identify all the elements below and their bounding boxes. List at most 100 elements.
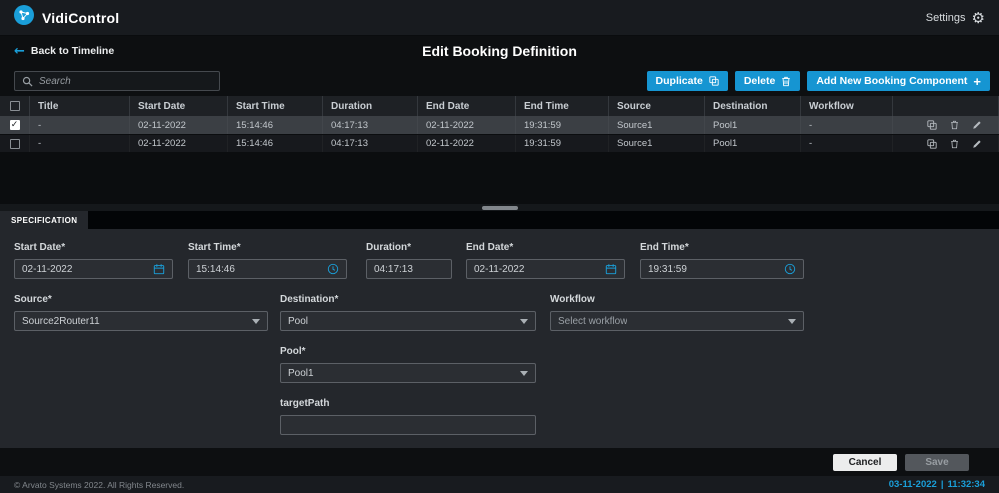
column-header-duration: Duration [323, 96, 418, 116]
source-dropdown[interactable]: Source2Router11 [14, 311, 268, 331]
cell-source: Source1 [609, 135, 705, 152]
brand: VidiControl [14, 5, 119, 30]
toolbar: Duplicate Delete Add New Booking Compone… [0, 66, 999, 96]
copyright-text: © Arvato Systems 2022. All Rights Reserv… [14, 480, 184, 490]
tab-strip: SPECIFICATION [0, 211, 999, 229]
pencil-icon [972, 120, 982, 130]
settings-button[interactable]: Settings ⚙ [926, 9, 985, 27]
column-header-destination: Destination [705, 96, 801, 116]
app-window: VidiControl Settings ⚙ Edit Booking Defi… [0, 0, 999, 493]
column-header-workflow: Workflow [801, 96, 893, 116]
start-time-field[interactable]: 15:14:46 [188, 259, 347, 279]
footer-time: 11:32:34 [947, 479, 985, 490]
source-value: Source2Router11 [22, 316, 100, 327]
end-date-label: End Date* [466, 242, 625, 253]
trash-icon [950, 120, 959, 130]
tab-specification[interactable]: SPECIFICATION [0, 211, 88, 229]
form-row-target-path: targetPath [14, 398, 999, 435]
delete-label: Delete [744, 75, 776, 87]
form-row-datetime: Start Date* 02-11-2022 Start Time* 15:14… [14, 242, 999, 279]
settings-label: Settings [926, 12, 966, 24]
row-edit-button[interactable] [972, 120, 982, 130]
search-icon [22, 76, 33, 87]
chevron-down-icon [252, 319, 260, 324]
column-header-title: Title [30, 96, 130, 116]
row-checkbox[interactable]: ✓ [10, 120, 20, 130]
start-date-value: 02-11-2022 [22, 264, 72, 275]
row-copy-button[interactable] [927, 139, 937, 149]
gear-icon: ⚙ [972, 9, 985, 27]
cancel-button[interactable]: Cancel [833, 454, 897, 471]
row-actions [893, 135, 999, 152]
add-label: Add New Booking Component [816, 75, 967, 87]
table-empty-area [0, 152, 999, 204]
copy-icon [709, 76, 719, 86]
chevron-down-icon [520, 371, 528, 376]
destination-dropdown[interactable]: Pool [280, 311, 536, 331]
column-header-end-date: End Date [418, 96, 516, 116]
duration-label: Duration* [366, 242, 452, 253]
end-date-field[interactable]: 02-11-2022 [466, 259, 625, 279]
chevron-down-icon [788, 319, 796, 324]
target-path-field[interactable] [280, 415, 536, 435]
end-time-label: End Time* [640, 242, 804, 253]
clock-icon[interactable] [784, 263, 796, 275]
action-bar: Cancel Save [0, 448, 999, 476]
datetime-display: 03-11-2022 | 11:32:34 [889, 479, 985, 490]
select-all-checkbox[interactable] [10, 101, 20, 111]
end-time-value: 19:31:59 [648, 264, 687, 275]
splitter-handle-icon [482, 206, 518, 210]
vidicontrol-logo-icon [14, 5, 34, 30]
cell-end-date: 02-11-2022 [418, 116, 516, 134]
cell-start-date: 02-11-2022 [130, 135, 228, 152]
clock-icon[interactable] [327, 263, 339, 275]
target-path-input[interactable] [288, 420, 528, 431]
panel-splitter[interactable] [0, 204, 999, 211]
search-input[interactable] [39, 76, 212, 87]
search-box [14, 71, 220, 91]
row-delete-button[interactable] [950, 139, 959, 149]
cell-title: - [30, 135, 130, 152]
row-checkbox[interactable] [10, 139, 20, 149]
table-header-row: Title Start Date Start Time Duration End… [0, 96, 999, 116]
cell-start-time: 15:14:46 [228, 116, 323, 134]
back-to-timeline-link[interactable]: ← Back to Timeline [14, 44, 114, 59]
row-delete-button[interactable] [950, 120, 959, 130]
cell-start-date: 02-11-2022 [130, 116, 228, 134]
add-new-booking-component-button[interactable]: Add New Booking Component + [807, 71, 990, 91]
start-time-label: Start Time* [188, 242, 347, 253]
workflow-dropdown[interactable]: Select workflow [550, 311, 804, 331]
column-header-end-time: End Time [516, 96, 609, 116]
save-button[interactable]: Save [905, 454, 969, 471]
source-label: Source* [14, 294, 268, 305]
duration-value: 04:17:13 [374, 264, 413, 275]
toolbar-buttons: Duplicate Delete Add New Booking Compone… [647, 71, 990, 91]
app-name: VidiControl [42, 10, 119, 26]
column-header-source: Source [609, 96, 705, 116]
workflow-label: Workflow [550, 294, 804, 305]
end-time-field[interactable]: 19:31:59 [640, 259, 804, 279]
destination-value: Pool [288, 316, 308, 327]
table-row[interactable]: - 02-11-2022 15:14:46 04:17:13 02-11-202… [0, 134, 999, 152]
calendar-icon[interactable] [153, 263, 165, 275]
copy-icon [927, 120, 937, 130]
cell-workflow: - [801, 135, 893, 152]
cell-duration: 04:17:13 [323, 135, 418, 152]
duplicate-button[interactable]: Duplicate [647, 71, 728, 91]
row-copy-button[interactable] [927, 120, 937, 130]
form-row-pool: Pool* Pool1 [14, 346, 999, 383]
pool-value: Pool1 [288, 368, 314, 379]
cell-workflow: - [801, 116, 893, 134]
pool-dropdown[interactable]: Pool1 [280, 363, 536, 383]
start-date-label: Start Date* [14, 242, 173, 253]
start-date-field[interactable]: 02-11-2022 [14, 259, 173, 279]
workflow-placeholder: Select workflow [558, 316, 627, 327]
delete-button[interactable]: Delete [735, 71, 801, 91]
duration-field[interactable]: 04:17:13 [366, 259, 452, 279]
cell-destination: Pool1 [705, 135, 801, 152]
table-row[interactable]: ✓ - 02-11-2022 15:14:46 04:17:13 02-11-2… [0, 116, 999, 134]
calendar-icon[interactable] [605, 263, 617, 275]
row-edit-button[interactable] [972, 139, 982, 149]
row-actions [893, 116, 999, 134]
cell-destination: Pool1 [705, 116, 801, 134]
